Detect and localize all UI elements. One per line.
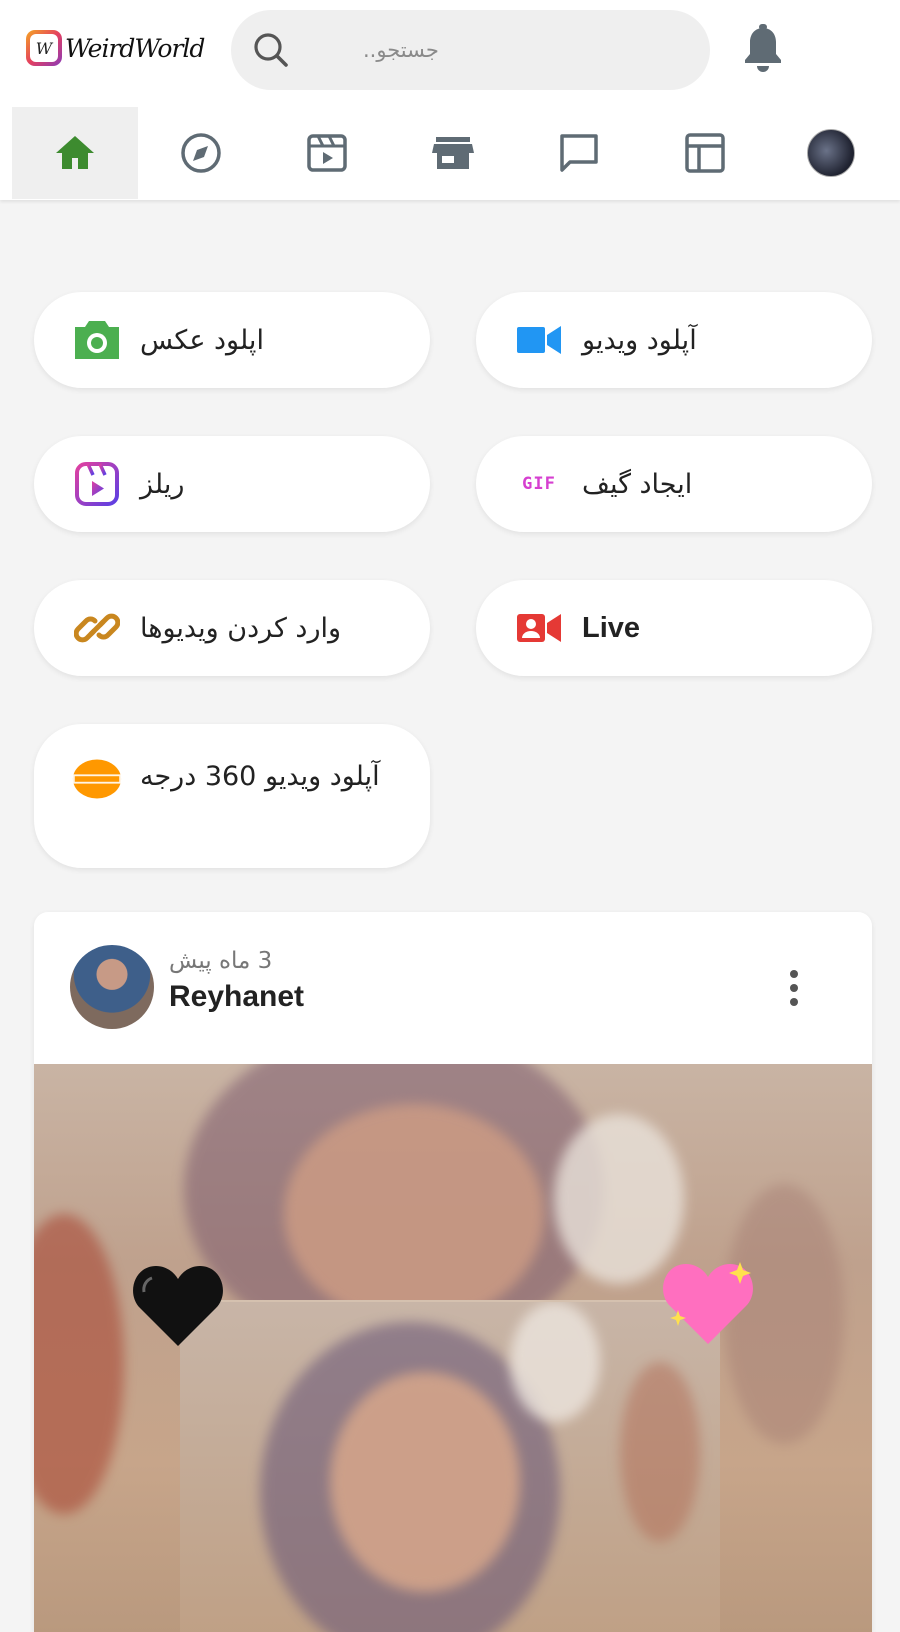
avatar: [807, 129, 855, 177]
upload-photo-button[interactable]: اپلود عکس: [34, 292, 430, 388]
bg-blur-shape: [284, 1104, 544, 1324]
search-bar[interactable]: [231, 10, 710, 90]
video-camera-icon: [514, 315, 564, 365]
reels-icon: [307, 134, 347, 172]
upload-photo-label: اپلود عکس: [140, 324, 264, 356]
app-logo[interactable]: W WeirdWorld: [26, 30, 205, 66]
import-videos-label: وارد کردن ویدیوها: [140, 612, 342, 644]
create-gif-label: ایجاد گیف: [582, 468, 693, 500]
search-input[interactable]: [288, 38, 688, 62]
live-button[interactable]: Live: [476, 580, 872, 676]
tab-layout[interactable]: [642, 107, 768, 199]
inner-blur-shape: [330, 1372, 520, 1592]
tab-profile[interactable]: [768, 107, 894, 199]
link-icon: [72, 603, 122, 653]
reels-label: ریلز: [140, 468, 185, 500]
compass-icon: [181, 133, 221, 173]
home-icon: [56, 136, 94, 169]
sparkle-heart-icon: [663, 1262, 753, 1344]
gif-icon: GIF: [514, 459, 564, 509]
search-icon: [254, 33, 288, 67]
logo-mark-icon: W: [26, 30, 62, 66]
inner-blur-shape: [620, 1362, 700, 1542]
upload-360-button[interactable]: آپلود ویدیو 360 درجه: [34, 724, 430, 868]
gif-badge-text: GIF: [522, 474, 556, 494]
tab-home[interactable]: [12, 107, 138, 199]
camera-icon: [72, 315, 122, 365]
bg-blur-shape: [34, 1214, 124, 1514]
top-header: W WeirdWorld: [0, 0, 900, 200]
inner-photo: [180, 1300, 720, 1632]
tab-market[interactable]: [390, 107, 516, 199]
upload-video-label: آپلود ویدیو: [582, 324, 697, 356]
bg-blur-shape: [554, 1114, 684, 1284]
upload-video-button[interactable]: آپلود ویدیو: [476, 292, 872, 388]
chat-icon: [560, 134, 598, 172]
logo-text: WeirdWorld: [65, 33, 205, 63]
post-author-avatar[interactable]: [70, 945, 154, 1029]
post-image[interactable]: [34, 1064, 872, 1632]
upload-360-label: آپلود ویدیو 360 درجه: [140, 761, 380, 792]
vr-360-icon: [72, 754, 122, 804]
bell-icon[interactable]: [741, 24, 785, 74]
reels-button[interactable]: ریلز: [34, 436, 430, 532]
main-nav: [12, 107, 900, 199]
logo-mark-letter: W: [30, 34, 58, 62]
tab-explore[interactable]: [138, 107, 264, 199]
reels-create-icon: [72, 459, 122, 509]
create-gif-button[interactable]: GIF ایجاد گیف: [476, 436, 872, 532]
layout-icon: [685, 133, 725, 173]
tab-reels[interactable]: [264, 107, 390, 199]
black-heart-icon: [133, 1266, 223, 1346]
inner-blur-shape: [510, 1302, 600, 1422]
post-time: 3 ماه پیش: [169, 948, 273, 974]
import-videos-button[interactable]: وارد کردن ویدیوها: [34, 580, 430, 676]
tab-messages[interactable]: [516, 107, 642, 199]
store-icon: [432, 137, 474, 169]
feed-post: 3 ماه پیش Reyhanet: [34, 912, 872, 1632]
post-username[interactable]: Reyhanet: [169, 980, 304, 1014]
more-vertical-icon[interactable]: [786, 968, 802, 1008]
live-video-icon: [514, 603, 564, 653]
live-label: Live: [582, 611, 641, 644]
